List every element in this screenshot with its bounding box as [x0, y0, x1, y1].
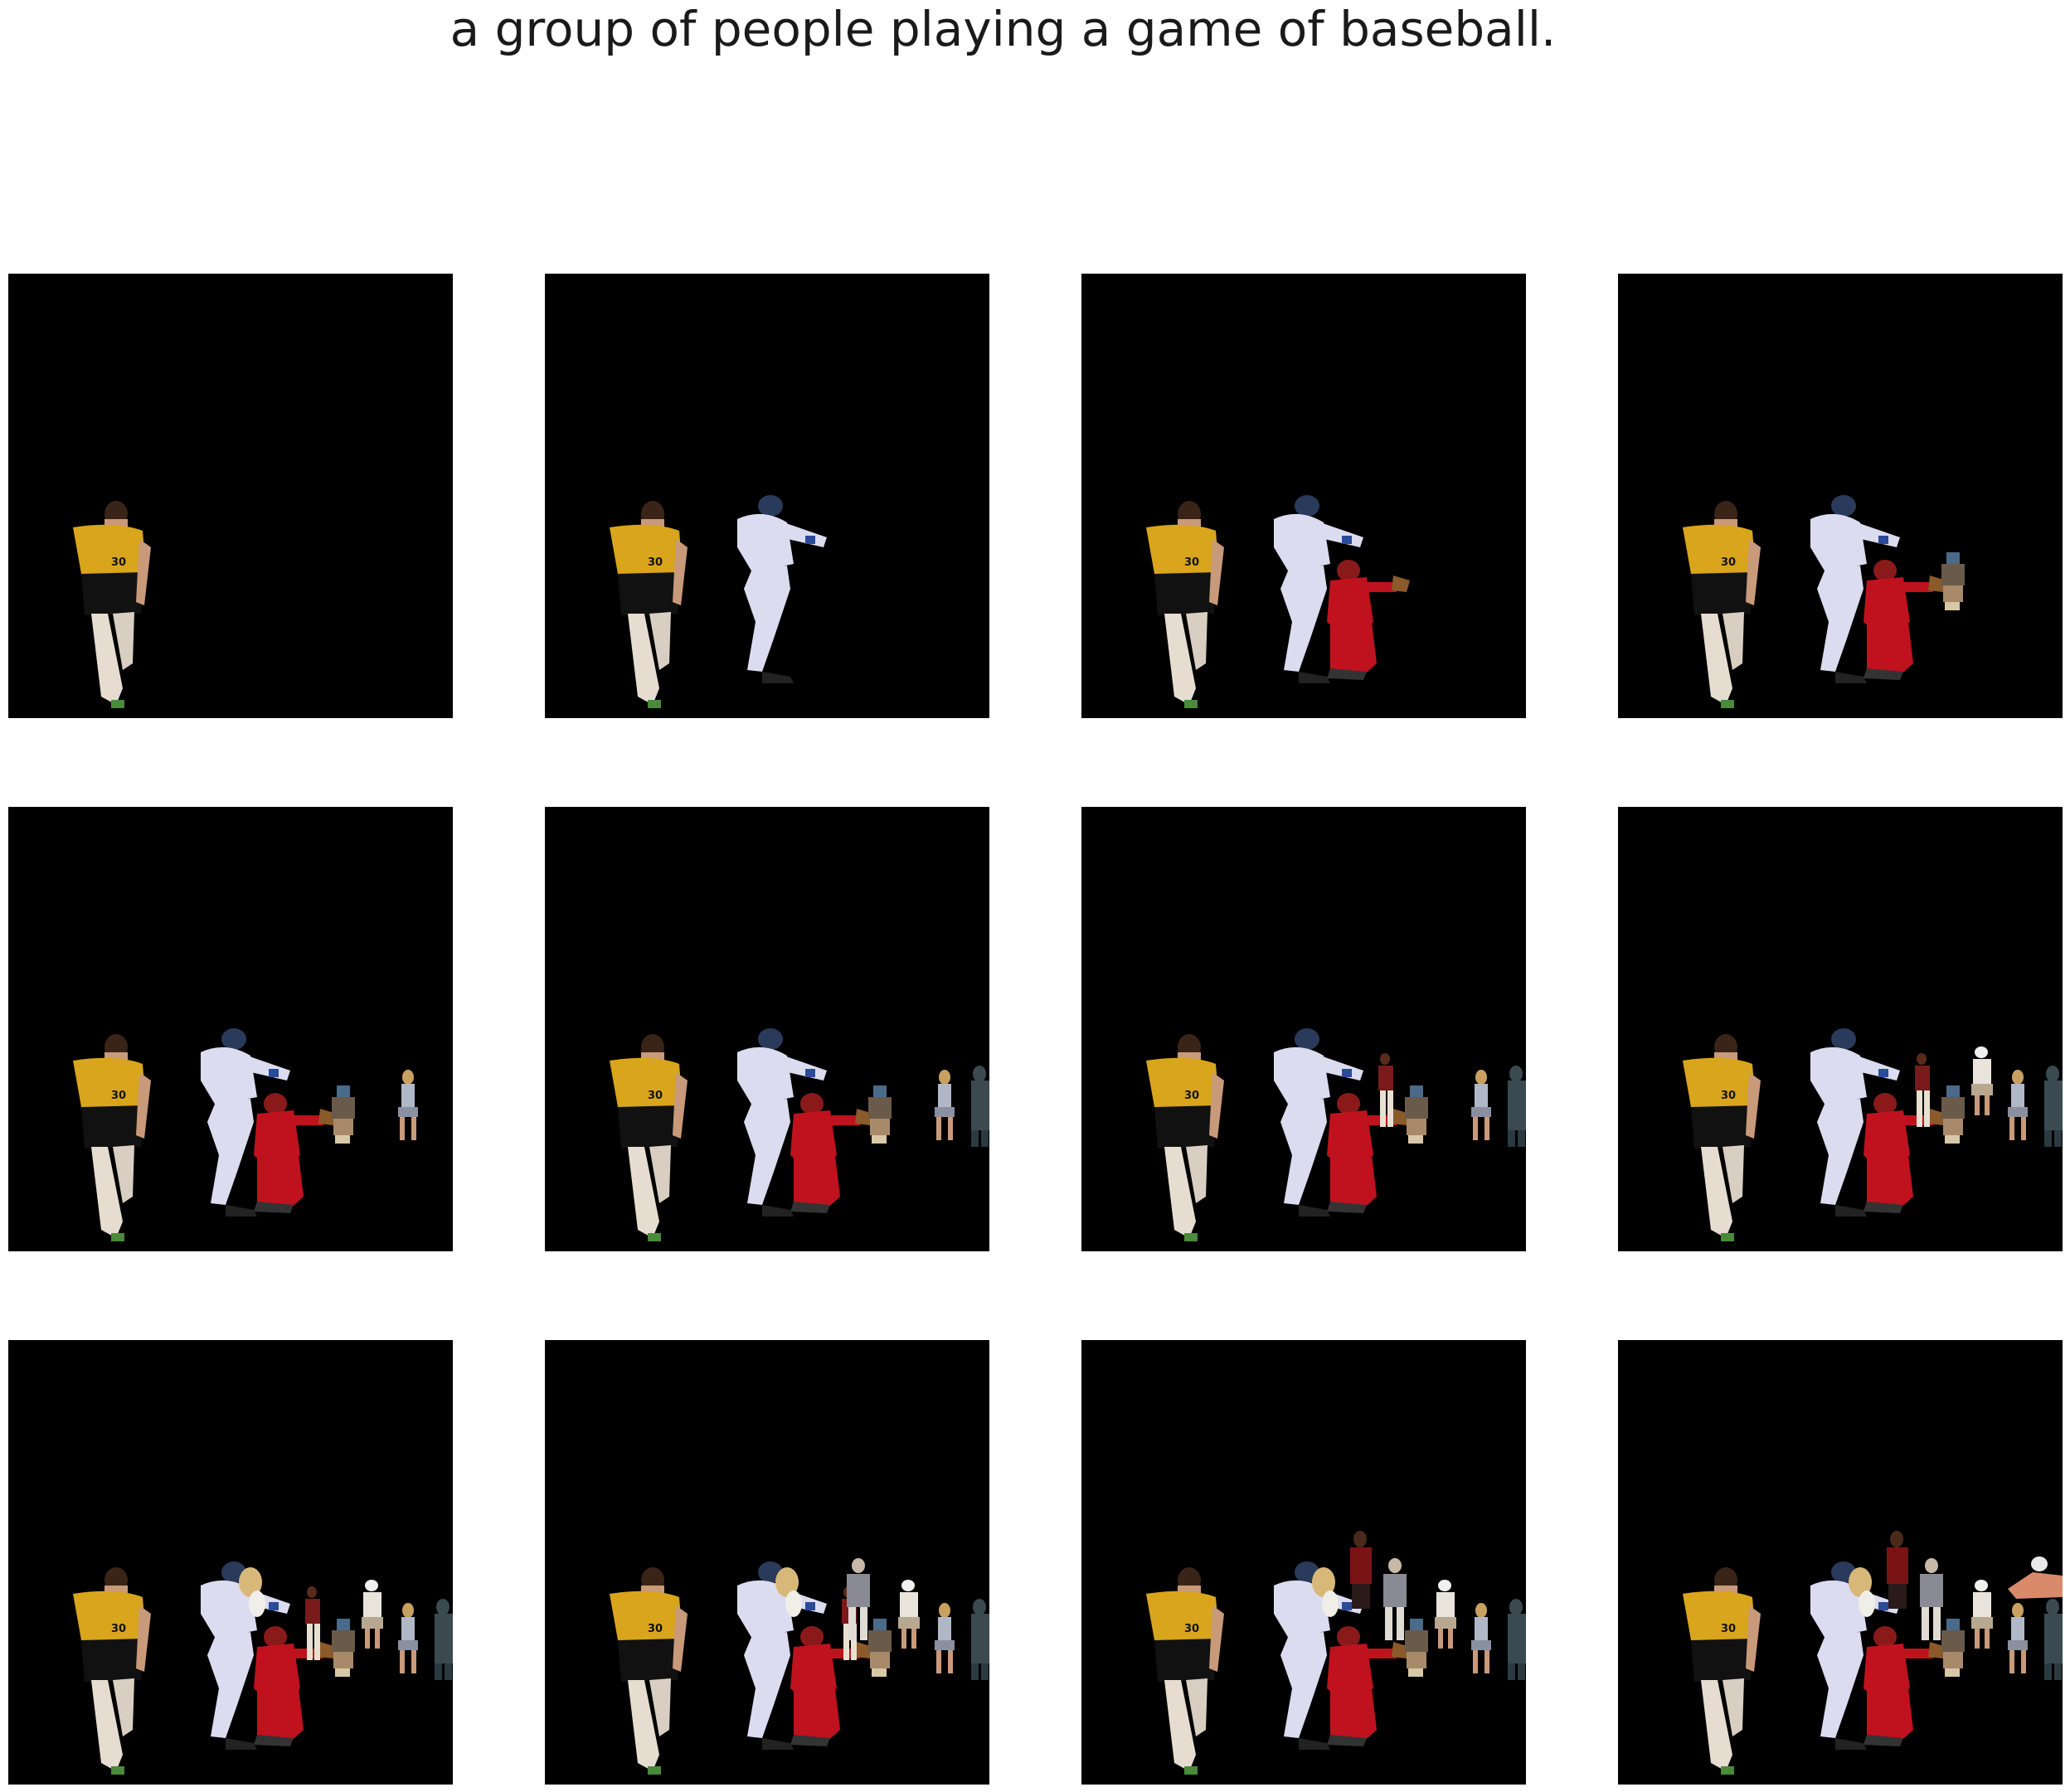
small-kneeling-figure — [1941, 1085, 1965, 1144]
svg-text:30: 30 — [111, 556, 126, 569]
maroon-standing-figure — [305, 1586, 320, 1660]
seated-woman-figure — [398, 1603, 418, 1673]
woman-yellow-jersey-figure: 30 — [1683, 1034, 1761, 1241]
seated-woman-figure — [935, 1070, 955, 1140]
frame-panel-11: 30 — [1081, 1340, 1526, 1785]
frame-image-4: 30 — [1683, 495, 1965, 708]
maroon-standing-figure — [1915, 1053, 1930, 1127]
svg-text:30: 30 — [1184, 1090, 1199, 1102]
catcher-figure — [1327, 1093, 1410, 1213]
bare-arm-right-figure — [2008, 1556, 2063, 1599]
svg-text:30: 30 — [648, 1090, 663, 1102]
woman-yellow-jersey-figure: 30 — [610, 1567, 688, 1775]
frame-image-8: 30 — [1683, 1028, 2063, 1241]
frame-panel-12: 30 — [1618, 1340, 2063, 1785]
woman-yellow-jersey-figure: 30 — [73, 1567, 151, 1775]
frame-image-12: 30 — [1683, 1531, 2063, 1775]
white-shirt-seated-figure — [1435, 1580, 1456, 1649]
svg-text:30: 30 — [1721, 556, 1736, 569]
small-kneeling-figure — [1405, 1619, 1428, 1677]
frame-image-3: 30 — [1146, 495, 1410, 708]
seated-woman-figure — [2008, 1070, 2028, 1140]
catcher-figure — [1327, 560, 1410, 680]
catcher-figure — [254, 1626, 337, 1746]
white-shirt-seated-figure — [1971, 1047, 1993, 1115]
small-kneeling-figure — [1405, 1085, 1428, 1144]
seated-woman-figure — [2008, 1603, 2028, 1673]
checkered-figure-figure — [1508, 1066, 1526, 1147]
checkered-figure-figure — [435, 1599, 453, 1680]
white-shirt-seated-figure — [362, 1580, 383, 1649]
small-kneeling-figure — [868, 1619, 892, 1677]
catcher-figure — [1863, 560, 1946, 680]
frame-image-10: 30 — [610, 1558, 989, 1775]
small-kneeling-figure — [1941, 552, 1965, 610]
seated-woman-figure — [398, 1070, 418, 1140]
catcher-figure — [790, 1093, 873, 1213]
woman-yellow-jersey-figure: 30 — [1146, 1567, 1224, 1775]
small-kneeling-figure — [332, 1619, 355, 1677]
frame-image-1: 30 — [73, 501, 151, 708]
catcher-figure — [254, 1093, 337, 1213]
frame-image-9: 30 — [73, 1561, 453, 1775]
svg-text:30: 30 — [111, 1090, 126, 1102]
white-shirt-seated-figure — [898, 1580, 920, 1649]
svg-text:30: 30 — [648, 1623, 663, 1635]
svg-text:30: 30 — [1721, 1623, 1736, 1635]
small-kneeling-figure — [1941, 1619, 1965, 1677]
svg-text:30: 30 — [1184, 1623, 1199, 1635]
frame-panel-9: 30 — [8, 1340, 453, 1785]
white-shirt-seated-figure — [1971, 1580, 1993, 1649]
frame-panel-10: 30 — [545, 1340, 989, 1785]
frame-panel-8: 30 — [1618, 807, 2063, 1251]
plaid-standing-figure — [1383, 1558, 1407, 1640]
woman-yellow-jersey-figure: 30 — [1146, 1034, 1224, 1241]
batter-figure — [737, 495, 827, 683]
frame-panel-3: 30 — [1081, 274, 1526, 718]
checkered-figure-figure — [971, 1066, 989, 1147]
red-tall-figure — [1887, 1531, 1908, 1609]
woman-yellow-jersey-figure: 30 — [1683, 1567, 1761, 1775]
catcher-figure — [1863, 1626, 1946, 1746]
frame-panel-2: 30 — [545, 274, 989, 718]
figure-caption: a group of people playing a game of base… — [449, 1, 1557, 57]
frame-image-7: 30 — [1146, 1028, 1526, 1241]
frame-panel-4: 30 — [1618, 274, 2063, 718]
checkered-figure-figure — [2044, 1599, 2063, 1680]
seated-woman-figure — [1471, 1603, 1491, 1673]
frame-image-5: 30 — [73, 1028, 418, 1241]
checkered-figure-figure — [971, 1599, 989, 1680]
woman-yellow-jersey-figure: 30 — [73, 501, 151, 708]
catcher-figure — [1863, 1093, 1946, 1213]
checkered-figure-figure — [2044, 1066, 2063, 1147]
woman-yellow-jersey-figure: 30 — [1683, 501, 1761, 708]
svg-text:30: 30 — [1184, 556, 1199, 569]
checkered-figure-figure — [1508, 1599, 1526, 1680]
plaid-standing-figure — [847, 1558, 870, 1640]
red-tall-figure — [1350, 1531, 1372, 1609]
woman-yellow-jersey-figure: 30 — [1146, 501, 1224, 708]
frame-panel-5: 30 — [8, 807, 453, 1251]
frame-image-11: 30 — [1146, 1531, 1526, 1775]
catcher-figure — [1327, 1626, 1410, 1746]
catcher-figure — [790, 1626, 873, 1746]
woman-yellow-jersey-figure: 30 — [610, 501, 688, 708]
woman-yellow-jersey-figure: 30 — [610, 1034, 688, 1241]
small-kneeling-figure — [332, 1085, 355, 1144]
frame-image-2: 30 — [610, 495, 827, 708]
frame-image-6: 30 — [610, 1028, 989, 1241]
seated-woman-figure — [935, 1603, 955, 1673]
svg-text:30: 30 — [1721, 1090, 1736, 1102]
frame-panel-1: 30 — [8, 274, 453, 718]
svg-text:30: 30 — [111, 1623, 126, 1635]
frame-panel-7: 30 — [1081, 807, 1526, 1251]
svg-text:30: 30 — [648, 556, 663, 569]
seated-woman-figure — [1471, 1070, 1491, 1140]
small-kneeling-figure — [868, 1085, 892, 1144]
plaid-standing-figure — [1920, 1558, 1943, 1640]
woman-yellow-jersey-figure: 30 — [73, 1034, 151, 1241]
frame-panel-6: 30 — [545, 807, 989, 1251]
maroon-standing-figure — [1378, 1053, 1393, 1127]
